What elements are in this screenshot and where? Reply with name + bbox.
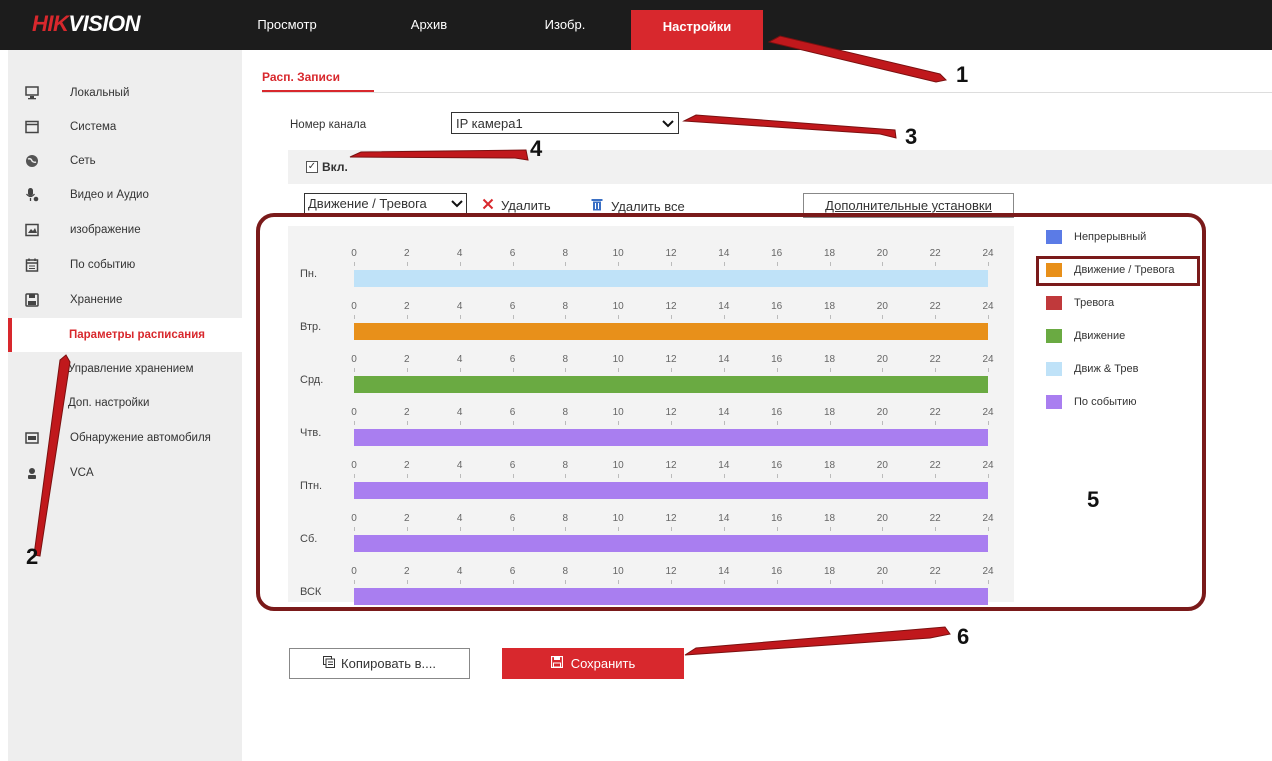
image-icon [24, 222, 40, 238]
tab-record-schedule[interactable]: Расп. Записи [262, 70, 374, 92]
channel-select[interactable]: IP камера1 [451, 112, 679, 134]
sidebar-item-label: VCA [70, 467, 94, 479]
enable-label: Вкл. [322, 160, 348, 174]
trash-icon [591, 198, 603, 214]
sidebar-item-vehicle-detection[interactable]: Обнаружение автомобиля [8, 421, 242, 455]
tab-configuration[interactable]: Настройки [631, 10, 763, 50]
sidebar-item-label: Система [70, 121, 117, 133]
record-type-value: Движение / Тревога [308, 196, 427, 211]
save-button[interactable]: Сохранить [502, 648, 684, 679]
sidebar-item-event[interactable]: По событию [8, 248, 242, 282]
sidebar-item-advanced-settings[interactable]: Доп. настройки [8, 386, 242, 420]
globe-icon [24, 153, 40, 169]
sidebar-item-label: Видео и Аудио [70, 189, 149, 201]
copy-icon [323, 656, 336, 671]
annotation-legend-highlight [1036, 256, 1200, 286]
sidebar-item-label: Хранение [70, 294, 123, 306]
divider [262, 92, 1272, 93]
car-icon [24, 430, 40, 446]
annotation-arrow-3 [682, 114, 897, 139]
window-icon [24, 119, 40, 135]
annotation-number-5: 5 [1087, 487, 1100, 512]
calendar-icon [24, 257, 40, 273]
annotation-number-2: 2 [26, 544, 39, 569]
sidebar-item-label: По событию [70, 259, 136, 271]
sidebar-item-label: Обнаружение автомобиля [70, 432, 211, 444]
save-icon [24, 292, 40, 308]
sidebar-item-storage-management[interactable]: Управление хранением [8, 352, 242, 386]
sidebar-item-storage[interactable]: Хранение [8, 283, 242, 317]
annotation-number-4: 4 [530, 136, 543, 161]
sidebar-item-label: Управление хранением [68, 363, 194, 375]
monitor-icon [24, 85, 40, 101]
sidebar: Локальный Система Сеть Видео и Аудио изо… [8, 50, 242, 761]
record-type-select[interactable]: Движение / Тревога [304, 193, 467, 214]
tab-archive[interactable]: Архив [394, 0, 464, 50]
channel-number-label: Номер канала [290, 119, 367, 131]
sidebar-item-video-audio[interactable]: Видео и Аудио [8, 178, 242, 212]
sidebar-item-network[interactable]: Сеть [8, 144, 242, 178]
sidebar-item-label: изображение [70, 224, 141, 236]
sidebar-item-schedule-settings[interactable]: Параметры расписания [8, 318, 242, 352]
annotation-number-6: 6 [957, 624, 970, 649]
close-icon [482, 198, 494, 213]
delete-all-button[interactable]: Удалить все [591, 198, 685, 214]
tab-picture[interactable]: Изобр. [530, 0, 600, 50]
hikvision-logo: HIKVISION [32, 11, 140, 36]
sidebar-item-vca[interactable]: VCA [8, 456, 242, 490]
channel-select-value: IP камера1 [456, 115, 523, 131]
tab-live-view[interactable]: Просмотр [252, 0, 322, 50]
copy-to-button[interactable]: Копировать в.... [289, 648, 470, 679]
enable-row: ✓ Вкл. [288, 150, 1272, 184]
enable-checkbox[interactable]: ✓ [306, 161, 318, 173]
copy-label: Копировать в.... [341, 656, 436, 671]
sidebar-item-system[interactable]: Система [8, 110, 242, 144]
chevron-down-icon [451, 196, 463, 211]
mic-icon [24, 187, 40, 203]
sidebar-item-image[interactable]: изображение [8, 213, 242, 247]
annotation-arrow-6 [684, 626, 951, 656]
delete-all-label: Удалить все [611, 198, 685, 214]
chevron-down-icon [662, 116, 674, 131]
sidebar-item-label: Доп. настройки [68, 397, 150, 409]
sidebar-item-label: Параметры расписания [69, 329, 205, 341]
vca-icon [24, 465, 40, 481]
save-icon [550, 655, 563, 671]
annotation-number-1: 1 [956, 62, 969, 87]
delete-label: Удалить [501, 198, 551, 213]
annotation-number-3: 3 [905, 124, 918, 149]
save-label: Сохранить [570, 656, 636, 671]
top-nav-bar: HIKVISION Просмотр Архив Изобр. Настройк… [0, 0, 1272, 50]
sidebar-item-local[interactable]: Локальный [8, 76, 242, 110]
delete-button[interactable]: Удалить [482, 198, 551, 213]
sidebar-item-label: Сеть [70, 155, 96, 167]
sidebar-item-label: Локальный [70, 87, 130, 99]
